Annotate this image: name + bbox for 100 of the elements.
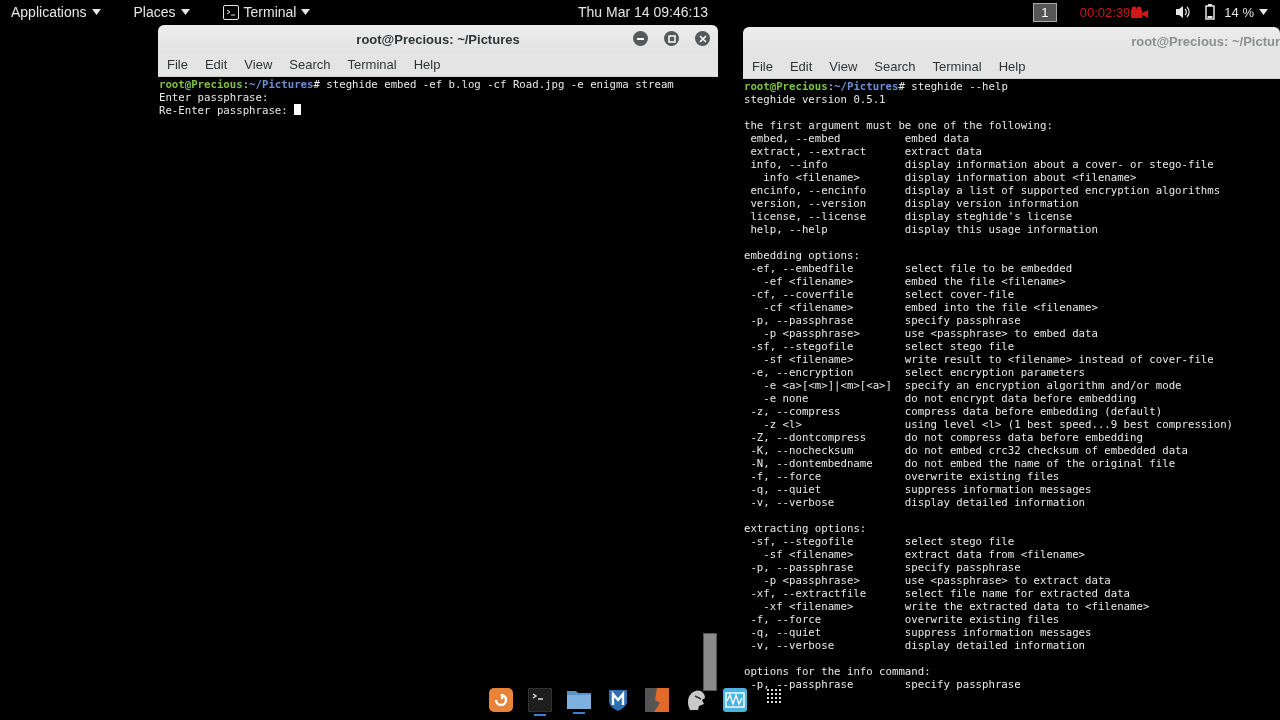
option-description: select stego file	[904, 535, 1015, 548]
option-name: -p, --passphrase	[749, 678, 855, 691]
option-name: -sf <filename>	[762, 353, 855, 366]
minimize-button[interactable]	[633, 31, 648, 46]
option-description: display this usage information	[904, 223, 1098, 236]
option-description: compress data before embedding (default)	[904, 405, 1163, 418]
option-description: use <passphrase> to embed data	[904, 327, 1098, 340]
prompt-line: root@Precious:~/Pictures# steghide --help	[744, 80, 1009, 93]
menu-item[interactable]: Edit	[781, 59, 822, 74]
top-bar-menu[interactable]: Places	[122, 4, 190, 20]
menu-item[interactable]: Help	[405, 57, 450, 72]
option-name: -Z, --dontcompress	[749, 431, 868, 444]
recording-timer: 00:02:39	[1079, 4, 1150, 20]
caret-icon	[91, 9, 101, 15]
menu-item[interactable]: View	[821, 59, 867, 74]
scrollbar[interactable]	[703, 633, 717, 691]
option-description: display information about a cover- or stego-file	[904, 158, 1214, 171]
waveform-icon	[723, 688, 747, 712]
option-description: display detailed information	[904, 639, 1085, 652]
option-description: write the extracted data to <filename>	[904, 600, 1150, 613]
lightning-icon	[645, 688, 669, 712]
prompt-line: root@Precious:~/Pictures# steghide embed -ef b.log -cf Road.jpg -e enigma stream	[159, 78, 675, 91]
option-name: -ef <filename>	[762, 275, 855, 288]
option-description: write result to <filename> instead of cover-file	[904, 353, 1214, 366]
option-name: -v, --verbose	[749, 496, 836, 509]
option-description: extract data	[904, 145, 983, 158]
option-description: extract data from <filename>	[904, 548, 1085, 561]
clock[interactable]: Thu Mar 14 09:46:13	[578, 4, 708, 20]
option-description: do not compress data before embedding	[904, 431, 1143, 444]
option-description: do not encrypt data before embedding	[904, 392, 1137, 405]
dock-item[interactable]	[527, 688, 553, 718]
menu-item[interactable]: Search	[281, 57, 340, 72]
helmet-icon	[686, 688, 706, 712]
option-name: -xf <filename>	[762, 600, 855, 613]
menu-item[interactable]: Terminal	[339, 57, 406, 72]
caret-icon	[301, 9, 311, 15]
menu-item[interactable]: File	[744, 59, 782, 74]
section-heading: embedding options:	[744, 249, 861, 262]
option-name: info, --info	[749, 158, 829, 171]
option-name: version, --version	[749, 197, 868, 210]
option-description: do not embed crc32 checksum of embedded data	[904, 444, 1188, 457]
option-description: display detailed information	[904, 496, 1085, 509]
option-name: license, --license	[749, 210, 868, 223]
battery-percentage: 14 %	[1224, 4, 1254, 20]
option-name: -p <passphrase>	[762, 327, 861, 340]
option-name: -v, --verbose	[749, 639, 836, 652]
menu-item[interactable]: File	[159, 57, 197, 72]
option-description: embed into the file <filename>	[904, 301, 1098, 314]
option-name: encinfo, --encinfo	[749, 184, 868, 197]
minus-icon	[637, 37, 644, 40]
option-name: -K, --nochecksum	[749, 444, 855, 457]
option-description: use <passphrase> to extract data	[904, 574, 1111, 587]
option-description: select file name for extracted data	[904, 587, 1131, 600]
output-line: steghide version 0.5.1	[744, 93, 887, 106]
option-name: info <filename>	[762, 171, 861, 184]
menu-item[interactable]: View	[236, 57, 282, 72]
browser-icon	[489, 688, 513, 712]
option-name: -p, --passphrase	[749, 314, 855, 327]
menu-item[interactable]: Edit	[196, 57, 237, 72]
option-name: -sf <filename>	[762, 548, 855, 561]
close-icon	[698, 34, 707, 43]
window-title: root@Precious: ~/Pictur	[1131, 33, 1280, 49]
option-name: -sf, --stegofile	[749, 535, 855, 548]
menu-item[interactable]: Terminal	[924, 59, 991, 74]
close-button[interactable]	[695, 31, 710, 46]
maximize-button[interactable]	[664, 31, 679, 46]
top-bar-menu[interactable]: Applications	[0, 4, 101, 20]
option-name: -cf <filename>	[762, 301, 855, 314]
option-description: specify an encryption algorithm and/or mode	[904, 379, 1182, 392]
section-heading: the first argument must be one of the following:	[744, 119, 1054, 132]
window-title: root@Precious: ~/Pictures	[356, 31, 520, 47]
option-description: overwrite existing files	[904, 470, 1060, 483]
option-name: -e none	[762, 392, 810, 405]
option-name: -q, --quiet	[749, 483, 823, 496]
option-name: -cf, --coverfile	[749, 288, 855, 301]
top-bar-menu[interactable]: Terminal	[211, 4, 311, 20]
output-line: Enter passphrase:	[159, 91, 270, 104]
option-name: -ef, --embedfile	[749, 262, 855, 275]
caret-icon	[180, 9, 190, 15]
option-name: -N, --dontembedname	[749, 457, 874, 470]
option-description: overwrite existing files	[904, 613, 1060, 626]
menu-item[interactable]: Search	[866, 59, 925, 74]
menu-item[interactable]: Help	[990, 59, 1035, 74]
output-line: Re-Enter passphrase:	[159, 104, 718, 117]
option-name: -sf, --stegofile	[749, 340, 855, 353]
option-description: do not embed the name of the original file	[904, 457, 1176, 470]
option-description: select file to be embedded	[904, 262, 1073, 275]
camera-icon	[1131, 6, 1150, 18]
workspace-indicator[interactable]: 1	[1032, 2, 1057, 22]
option-description: specify passphrase	[904, 678, 1021, 691]
option-name: -e, --encryption	[749, 366, 855, 379]
option-name: -f, --force	[749, 613, 823, 626]
caret-icon	[1259, 9, 1268, 15]
option-name: -xf, --extractfile	[749, 587, 868, 600]
option-description: display a list of supported encryption algorithms	[904, 184, 1221, 197]
volume-icon[interactable]	[1175, 5, 1192, 19]
battery-icon[interactable]	[1205, 4, 1216, 20]
option-description: using level <l> (1 best speed...9 best compression)	[904, 418, 1233, 431]
option-description: select encryption parameters	[904, 366, 1085, 379]
option-description: suppress information messages	[904, 483, 1092, 496]
